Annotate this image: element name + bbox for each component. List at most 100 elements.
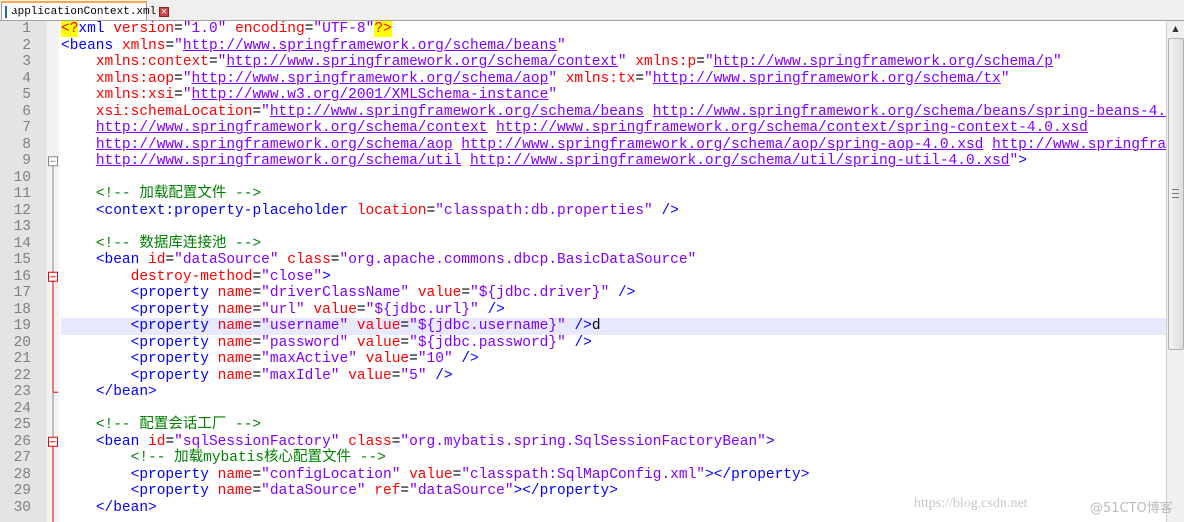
- quote: ": [365, 301, 375, 318]
- line-text: xmlns:xsi="http://www.w3.org/2001/XMLSch…: [61, 87, 1166, 104]
- quote: ": [600, 285, 610, 301]
- tab-applicationcontext-xml[interactable]: applicationContext.xml ×: [1, 1, 169, 20]
- equals: =: [252, 268, 262, 285]
- quote: ": [757, 433, 766, 450]
- quote: ": [182, 21, 192, 37]
- code-line: 21 <property name="maxActive" value="10"…: [0, 351, 1166, 368]
- attribute-name: class: [348, 433, 392, 450]
- attribute-name: version: [113, 21, 175, 37]
- code-editor[interactable]: 1 <?xml version="1.0" encoding="UTF-8"?> 2…: [0, 21, 1166, 516]
- quote: ": [557, 334, 566, 351]
- line-number: 30: [13, 499, 31, 516]
- quote: ": [557, 37, 566, 54]
- attribute-name: encoding: [235, 21, 305, 37]
- code-line: 17 <property name="driverClassName" valu…: [0, 285, 1166, 302]
- code-line: 18 <property name="url" value="${jdbc.ur…: [0, 302, 1166, 319]
- line-number: 22: [13, 367, 31, 384]
- tag-name: </bean: [95, 499, 149, 516]
- attribute-value: org.apache.commons.dbcp.BasicDataSource: [348, 252, 688, 268]
- equals: =: [252, 367, 262, 384]
- quote: ": [269, 252, 279, 268]
- quote: ": [644, 202, 653, 219]
- attribute-value: [61, 120, 96, 136]
- tag-close: >: [513, 483, 523, 499]
- tag-name: <property: [130, 285, 209, 301]
- tag-close: />: [435, 367, 453, 384]
- quote: ": [400, 367, 410, 384]
- equals: =: [165, 433, 175, 450]
- attribute-value: dataSource: [269, 483, 357, 499]
- attribute-name: xmlns:aop: [95, 70, 175, 87]
- line-text: [61, 219, 1166, 236]
- line-text: [61, 401, 1166, 418]
- line-number: 29: [13, 483, 31, 499]
- line-number: 19: [13, 318, 31, 334]
- quote: ": [400, 433, 410, 450]
- code-line: 1 <?xml version="1.0" encoding="UTF-8"?>: [0, 21, 1166, 38]
- tag-close: >: [322, 268, 331, 285]
- quote: ": [261, 351, 270, 367]
- line-number: 4: [22, 70, 31, 87]
- code-line: 25 <!-- 配置会话工厂 -->: [0, 417, 1166, 434]
- quote: ": [261, 334, 270, 351]
- code-line: 20 <property name="password" value="${jd…: [0, 335, 1166, 352]
- line-number: 28: [13, 466, 31, 483]
- line-number: 15: [13, 252, 31, 268]
- url-link: http://www.springframework.org/schema/ao…: [95, 136, 453, 153]
- line-text: <property name="username" value="${jdbc.…: [61, 318, 1166, 335]
- scrollbar-thumb[interactable]: [1168, 38, 1184, 350]
- attribute-name: value: [409, 466, 453, 483]
- scroll-up-arrow-icon[interactable]: ▲: [1167, 21, 1184, 37]
- vertical-scrollbar[interactable]: ▲: [1166, 21, 1184, 522]
- attribute-name: class: [287, 252, 331, 268]
- equals: =: [252, 483, 262, 499]
- attribute-value: sqlSessionFactory: [182, 433, 331, 450]
- line-text: destroy-method="close">: [61, 269, 1166, 286]
- quote: ": [261, 367, 270, 384]
- url-link: http://www.springframework.org/schema/co…: [226, 54, 618, 70]
- attribute-name: value: [348, 367, 392, 384]
- quote: ": [548, 87, 558, 103]
- attribute-value: dataSource: [417, 483, 505, 499]
- equals: =: [174, 70, 183, 87]
- quote: ": [261, 301, 270, 318]
- equals: =: [252, 103, 262, 120]
- equals: =: [208, 54, 218, 70]
- quote: ": [409, 334, 418, 351]
- tag-close: >: [765, 433, 775, 450]
- attribute-name: id: [148, 433, 166, 450]
- attribute-value: maxActive: [269, 351, 349, 367]
- equals: =: [400, 318, 410, 334]
- tag-name: <beans: [61, 37, 114, 54]
- line-text: <bean id="dataSource" class="org.apache.…: [61, 252, 1166, 269]
- line-text: <!-- 配置会话工厂 -->: [61, 417, 1166, 434]
- url-link: http://www.springframework.org/schema/be…: [269, 103, 645, 120]
- close-icon[interactable]: ×: [159, 6, 169, 17]
- tag-close: >: [800, 466, 810, 483]
- attribute-name: name: [217, 334, 253, 351]
- quote: ": [548, 70, 558, 87]
- line-number: 7: [22, 120, 31, 136]
- line-number: 8: [22, 136, 31, 153]
- grip-icon: [1172, 189, 1179, 198]
- quote: ": [174, 433, 183, 450]
- quote: ": [339, 252, 349, 268]
- attribute-value: ${jdbc.username}: [417, 318, 558, 334]
- tag-name: <property: [130, 483, 209, 499]
- code-line: 10: [0, 170, 1166, 187]
- line-number: 24: [13, 400, 31, 417]
- quote: ": [1009, 153, 1019, 169]
- tag-close: />: [461, 351, 479, 367]
- quote: ": [644, 70, 653, 87]
